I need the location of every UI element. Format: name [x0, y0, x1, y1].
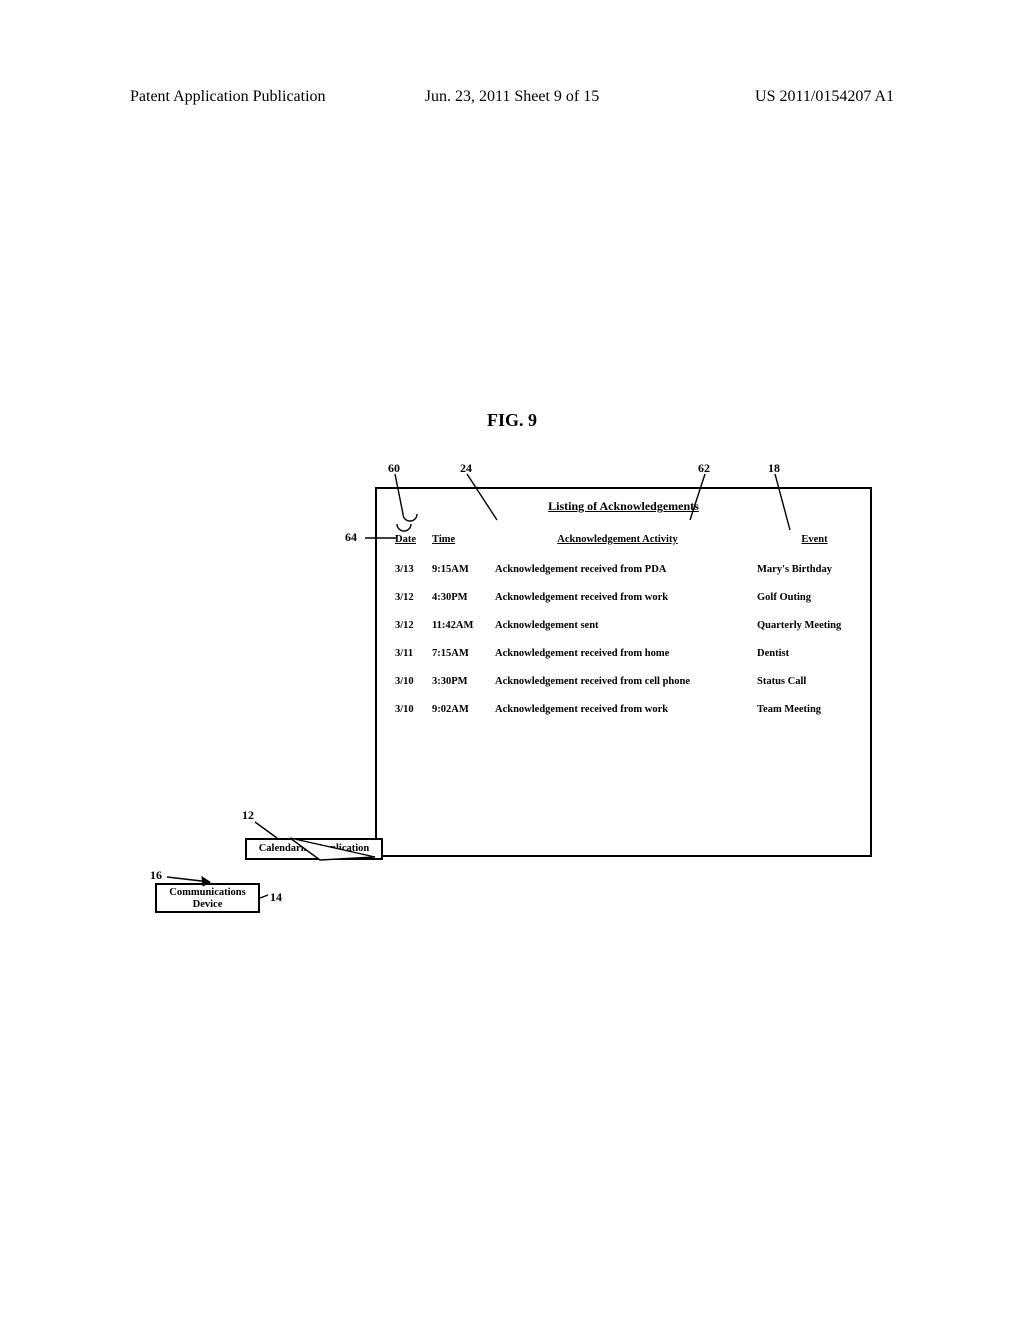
- col-header-time: Time: [432, 534, 487, 545]
- col-header-event: Event: [757, 534, 872, 545]
- cell-event: Team Meeting: [757, 704, 872, 715]
- figure-title: FIG. 9: [0, 410, 1024, 431]
- col-header-activity: Acknowledgement Activity: [495, 534, 740, 545]
- ref-12: 12: [242, 808, 254, 823]
- ref-14: 14: [270, 890, 282, 905]
- ref-64: 64: [345, 530, 357, 545]
- ref-24: 24: [460, 461, 472, 476]
- cell-activity: Acknowledgement received from work: [495, 704, 740, 715]
- col-header-date: Date: [395, 534, 435, 545]
- cell-time: 3:30PM: [432, 676, 487, 687]
- cell-time: 11:42AM: [432, 620, 487, 631]
- cell-event: Golf Outing: [757, 592, 872, 603]
- window-title: Listing of Acknowledgements: [377, 499, 870, 514]
- calendaring-application-box: Calendaring Application: [245, 838, 383, 860]
- cell-activity: Acknowledgement received from cell phone: [495, 676, 740, 687]
- cell-event: Mary's Birthday: [757, 564, 872, 575]
- cell-activity: Acknowledgement received from home: [495, 648, 740, 659]
- cell-activity: Acknowledgement sent: [495, 620, 740, 631]
- cell-date: 3/11: [395, 648, 435, 659]
- ref-18: 18: [768, 461, 780, 476]
- cell-date: 3/10: [395, 704, 435, 715]
- comm-device-line1: Communications: [169, 887, 245, 898]
- cell-date: 3/10: [395, 676, 435, 687]
- cell-activity: Acknowledgement received from work: [495, 592, 740, 603]
- cell-time: 9:02AM: [432, 704, 487, 715]
- diagram-region: Listing of Acknowledgements Date Time Ac…: [150, 450, 890, 940]
- comm-device-line2: Device: [193, 899, 223, 910]
- cell-time: 4:30PM: [432, 592, 487, 603]
- acknowledgements-window: Listing of Acknowledgements Date Time Ac…: [375, 487, 872, 857]
- cell-time: 9:15AM: [432, 564, 487, 575]
- cell-event: Status Call: [757, 676, 872, 687]
- cell-time: 7:15AM: [432, 648, 487, 659]
- cell-event: Quarterly Meeting: [757, 620, 872, 631]
- ref-60: 60: [388, 461, 400, 476]
- header-right: US 2011/0154207 A1: [755, 88, 894, 106]
- cell-event: Dentist: [757, 648, 872, 659]
- communications-device-box: Communications Device: [155, 883, 260, 913]
- cell-date: 3/12: [395, 592, 435, 603]
- ref-16: 16: [150, 868, 162, 883]
- cell-activity: Acknowledgement received from PDA: [495, 564, 740, 575]
- cell-date: 3/13: [395, 564, 435, 575]
- ref-62: 62: [698, 461, 710, 476]
- cell-date: 3/12: [395, 620, 435, 631]
